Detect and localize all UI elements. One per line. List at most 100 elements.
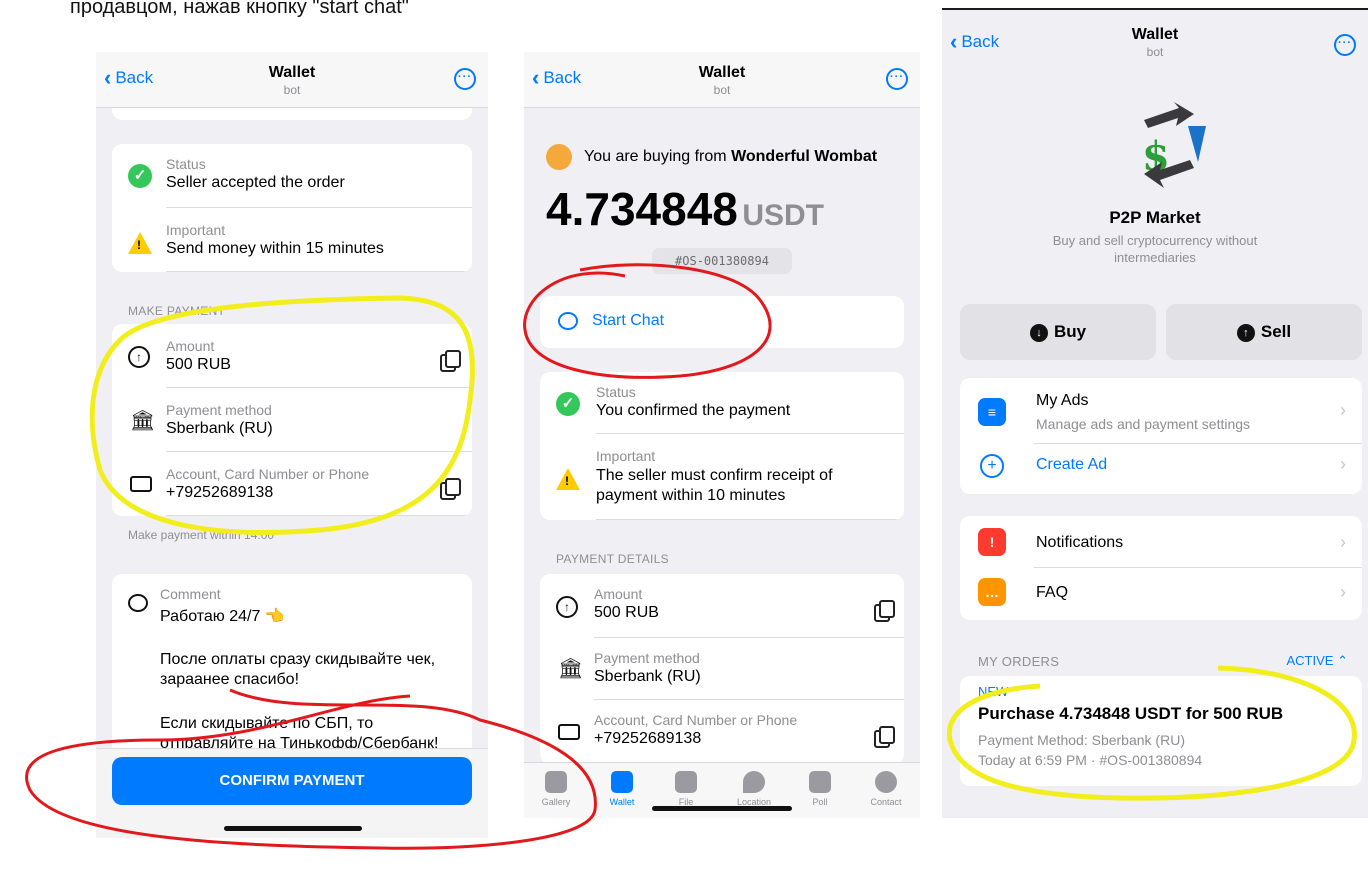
market-title: P2P Market: [1109, 208, 1201, 227]
arrow-down-circle-icon: ↓: [1029, 323, 1048, 342]
p2p-exchange-icon: $: [1142, 102, 1206, 188]
notifications-label: Notifications: [1036, 534, 1124, 551]
method-label: Payment method: [166, 402, 272, 418]
bank-icon: 🏛: [558, 658, 584, 680]
card-top-stub: [112, 108, 472, 120]
file-icon: [675, 771, 697, 793]
status-label: Status: [596, 384, 636, 400]
tab-location[interactable]: Location: [726, 771, 782, 807]
create-ad-label: Create Ad: [1036, 456, 1108, 473]
important-value: The seller must confirm receipt of payme…: [596, 467, 833, 504]
amount-label: Amount: [594, 586, 643, 602]
nav-title: Wallet bot: [942, 26, 1368, 59]
method-value: Sberbank (RU): [166, 420, 273, 437]
order-title: Purchase 4.734848 USDT for 500 RUB: [978, 704, 1284, 723]
nav-title: Wallet bot: [96, 64, 488, 97]
amount-value: 500 RUB: [166, 356, 231, 373]
tab-poll[interactable]: Poll: [792, 771, 848, 807]
my-ads-row[interactable]: My Ads Manage ads and payment settings: [1034, 378, 1362, 444]
tab-contact[interactable]: Contact: [858, 771, 914, 807]
comment-card: Comment Работаю 24/7 👈 После оплаты сраз…: [112, 574, 472, 764]
navbar: ‹ Back Wallet bot ···: [524, 52, 920, 108]
warning-icon: !: [556, 468, 580, 490]
method-label: Payment method: [594, 650, 700, 666]
buy-button[interactable]: ↓ Buy: [960, 304, 1156, 360]
warning-icon: !: [128, 232, 152, 254]
start-chat-card[interactable]: Start Chat: [540, 296, 904, 348]
bell-icon: !: [978, 528, 1006, 556]
method-row: Payment method Sberbank (RU): [166, 388, 472, 452]
tab-label: Wallet: [609, 797, 635, 807]
tab-label: Poll: [812, 797, 828, 807]
comment-icon: [128, 594, 148, 612]
tab-wallet[interactable]: Wallet: [594, 771, 650, 807]
plus-circle-icon: +: [980, 454, 1004, 478]
market-subtitle: Buy and sell cryptocurrency without inte…: [1052, 233, 1258, 265]
chevron-right-icon: ›: [1340, 454, 1346, 474]
status-card: Status You confirmed the payment ✓ Impor…: [540, 372, 904, 520]
status-value: You confirmed the payment: [596, 402, 791, 419]
sell-button[interactable]: ↑ Sell: [1166, 304, 1362, 360]
arrow-up-circle-icon: ↑: [1236, 323, 1255, 342]
order-time: Today at 6:59 PM · #OS-001380894: [978, 752, 1203, 768]
notifications-row[interactable]: ! Notifications ›: [960, 516, 1362, 568]
check-icon: ✓: [556, 392, 580, 416]
account-label: Account, Card Number or Phone: [594, 712, 798, 728]
amount-value: 500 RUB: [594, 604, 659, 621]
account-row[interactable]: Account, Card Number or Phone +792526891…: [166, 452, 472, 516]
bot-subtitle: bot: [1146, 45, 1164, 59]
payment-details-card: Amount 500 RUB Payment method Sberbank (…: [540, 574, 904, 764]
important-label: Important: [166, 222, 226, 238]
faq-icon: …: [978, 578, 1006, 606]
faq-row[interactable]: … FAQ ›: [960, 568, 1362, 620]
ads-icon: ≡: [978, 398, 1006, 426]
amount-row[interactable]: Amount 500 RUB: [166, 324, 472, 388]
tab-gallery[interactable]: Gallery: [528, 771, 584, 807]
faq-label: FAQ: [1036, 584, 1069, 601]
payment-card: Amount 500 RUB Payment method Sberbank (…: [112, 324, 472, 516]
right-phone: ‹ Back Wallet bot ··· $ P2P Market Buy an…: [942, 8, 1368, 818]
card-icon: [130, 476, 152, 492]
comment-label: Comment: [160, 586, 221, 602]
start-chat-label: Start Chat: [592, 312, 665, 329]
tab-file[interactable]: File: [658, 771, 714, 807]
check-icon: ✓: [128, 164, 152, 188]
important-value: Send money within 15 minutes: [166, 240, 384, 257]
orders-filter[interactable]: ACTIVE ⌃: [1287, 653, 1349, 669]
copy-icon[interactable]: [874, 600, 895, 622]
account-row[interactable]: Account, Card Number or Phone +792526891…: [594, 700, 904, 764]
order-card[interactable]: NEW Purchase 4.734848 USDT for 500 RUB P…: [960, 676, 1362, 786]
amount-line: 4.734848 USDT: [546, 182, 824, 236]
buy-label: Buy: [1053, 322, 1087, 341]
confirm-payment-button[interactable]: CONFIRM PAYMENT: [112, 757, 472, 805]
more-icon[interactable]: ···: [886, 68, 908, 90]
create-ad-row[interactable]: + Create Ad ›: [960, 446, 1362, 492]
bot-title: Wallet: [268, 64, 316, 81]
amount-row[interactable]: Amount 500 RUB: [594, 574, 904, 638]
screenshot-collage: продавцом, нажав кнопку "start chat" ‹ Ba…: [0, 0, 1368, 873]
bank-icon: 🏛: [130, 410, 156, 432]
nav-title: Wallet bot: [524, 64, 920, 97]
comment-line-1: Работаю 24/7 👈: [160, 608, 285, 625]
order-id-pill[interactable]: #OS-001380894: [652, 248, 792, 274]
more-icon[interactable]: ···: [454, 68, 476, 90]
copy-icon[interactable]: [440, 350, 461, 372]
status-row: Status Seller accepted the order: [166, 144, 472, 208]
chat-bubble-icon: [558, 312, 578, 330]
blue-crystal-shape: [1188, 126, 1206, 162]
status-label: Status: [166, 156, 206, 172]
crypto-currency: USDT: [742, 199, 824, 232]
arrow-up-circle-icon: ↑: [556, 596, 578, 618]
bot-subtitle: bot: [713, 83, 731, 97]
more-icon[interactable]: ···: [1334, 34, 1356, 56]
order-method: Payment Method: Sberbank (RU): [978, 732, 1185, 748]
seller-name: Wonderful Wombat: [731, 148, 878, 165]
tab-label: Contact: [870, 797, 902, 807]
important-row: Important The seller must confirm receip…: [596, 434, 904, 520]
section-header: PAYMENT DETAILS: [556, 552, 669, 566]
amount-label: Amount: [166, 338, 215, 354]
copy-icon[interactable]: [440, 478, 461, 500]
navbar: ‹ Back Wallet bot ···: [96, 52, 488, 108]
bot-title: Wallet: [698, 64, 746, 81]
copy-icon[interactable]: [874, 726, 895, 748]
